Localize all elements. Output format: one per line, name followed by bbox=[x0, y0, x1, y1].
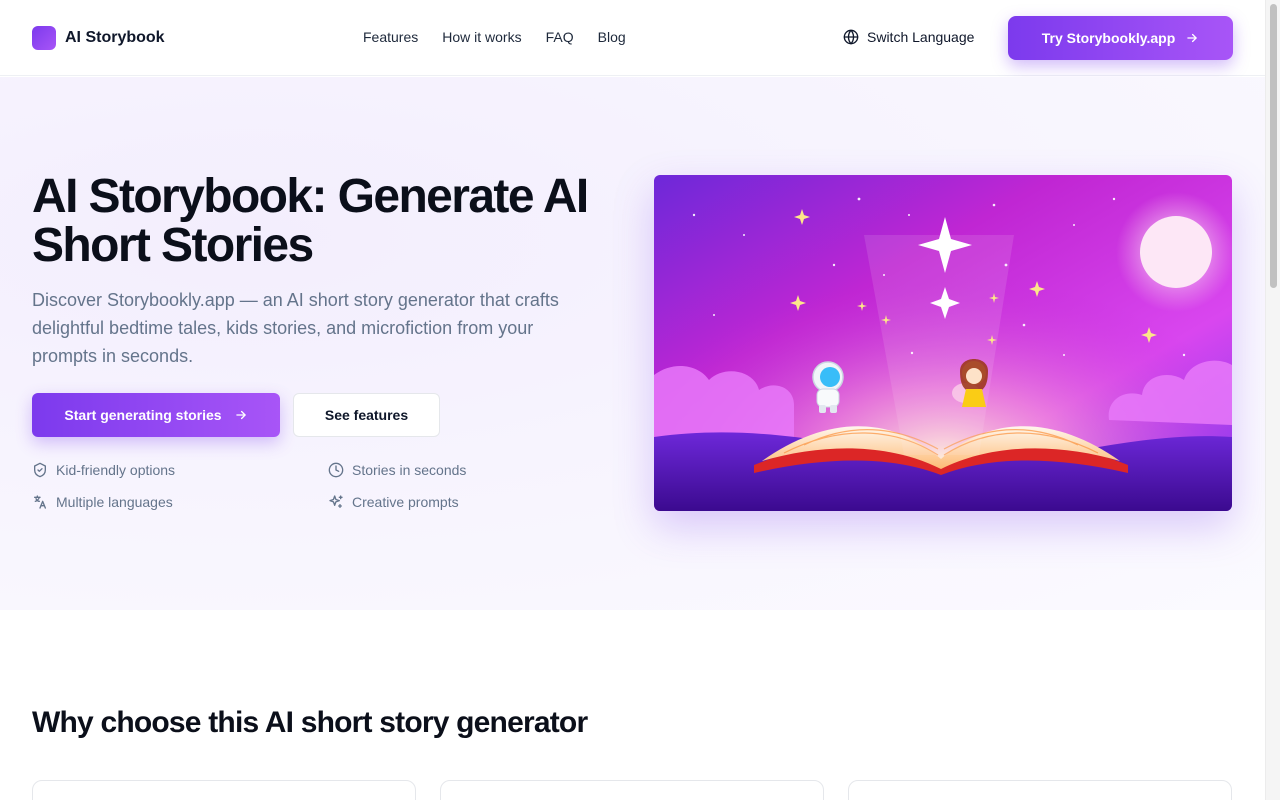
main-nav: Features How it works FAQ Blog bbox=[363, 29, 626, 45]
feature-item-prompts: Creative prompts bbox=[328, 494, 459, 510]
feature-label: Multiple languages bbox=[56, 494, 173, 510]
nav-link-how-it-works[interactable]: How it works bbox=[442, 29, 521, 45]
clock-icon bbox=[328, 462, 344, 478]
feature-card bbox=[32, 780, 416, 800]
sparkle-icon bbox=[329, 495, 343, 508]
feature-label: Stories in seconds bbox=[352, 462, 467, 478]
feature-item-kid-friendly: Kid-friendly options bbox=[32, 462, 175, 478]
switch-language-button[interactable]: Switch Language bbox=[843, 29, 974, 45]
globe-icon bbox=[843, 29, 859, 45]
feature-card bbox=[848, 780, 1232, 800]
arrow-right-icon bbox=[235, 410, 246, 420]
feature-card bbox=[440, 780, 824, 800]
nav-link-faq[interactable]: FAQ bbox=[546, 29, 574, 45]
feature-label: Creative prompts bbox=[352, 494, 459, 510]
try-app-button[interactable]: Try Storybookly.app bbox=[1008, 16, 1233, 60]
try-app-label: Try Storybookly.app bbox=[1041, 30, 1176, 46]
switch-language-label: Switch Language bbox=[867, 29, 975, 45]
scrollbar-thumb[interactable] bbox=[1270, 4, 1277, 288]
storybook-illustration bbox=[654, 175, 1232, 511]
see-features-button[interactable]: See features bbox=[293, 393, 440, 437]
start-generating-button[interactable]: Start generating stories bbox=[32, 393, 280, 437]
nav-link-features[interactable]: Features bbox=[363, 29, 418, 45]
section-title: Why choose this AI short story generator bbox=[32, 706, 588, 739]
feature-item-languages: Multiple languages bbox=[32, 494, 173, 510]
hero-subtitle: Discover Storybookly.app — an AI short s… bbox=[32, 290, 559, 366]
feature-label: Kid-friendly options bbox=[56, 462, 176, 478]
arrow-right-icon bbox=[1187, 33, 1197, 43]
hero-title: AI Storybook: Generate AI Short Stories bbox=[32, 170, 589, 272]
page-scrollbar[interactable] bbox=[1265, 0, 1280, 800]
brand-name: AI Storybook bbox=[65, 29, 165, 46]
nav-link-blog[interactable]: Blog bbox=[598, 29, 626, 45]
shield-icon bbox=[34, 462, 46, 478]
brand-logo[interactable]: AI Storybook bbox=[32, 26, 165, 50]
start-generating-label: Start generating stories bbox=[64, 407, 222, 423]
logo-mark-icon bbox=[32, 26, 56, 50]
feature-item-seconds: Stories in seconds bbox=[328, 462, 466, 478]
site-header: AI Storybook Features How it works FAQ B… bbox=[0, 0, 1265, 76]
translate-icon bbox=[34, 495, 46, 509]
hero-illustration bbox=[654, 175, 1232, 511]
